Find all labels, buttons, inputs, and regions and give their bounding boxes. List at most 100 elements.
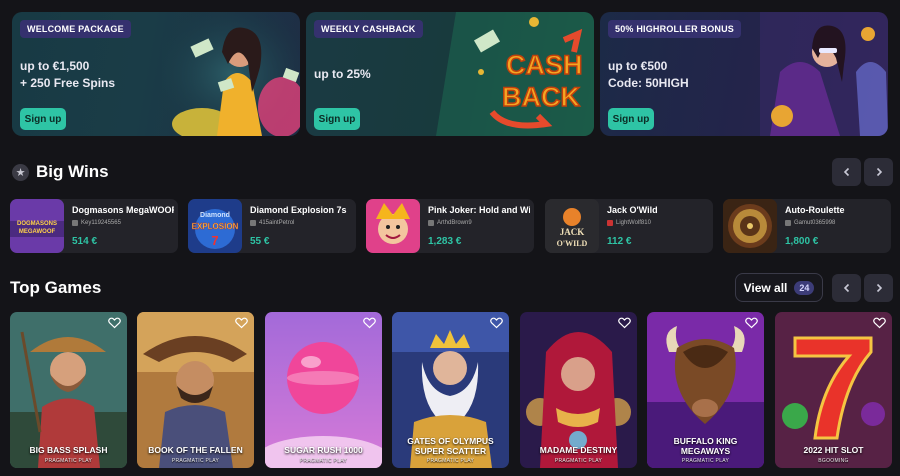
promo-welcome-package[interactable]: WELCOME PACKAGE up to €1,500 + 250 Free … xyxy=(12,12,300,136)
win-username: ArthdBrown9 xyxy=(437,220,472,226)
heart-icon[interactable] xyxy=(618,317,631,329)
heart-icon[interactable] xyxy=(235,317,248,329)
game-name: BIG BASS SPLASH xyxy=(29,445,108,455)
game-card[interactable]: GATES OF OLYMPUS SUPER SCATTER PRAGMATIC… xyxy=(392,312,509,468)
win-amount: 1,283 € xyxy=(428,236,462,247)
game-name: GATES OF OLYMPUS SUPER SCATTER xyxy=(407,436,494,456)
win-user: ArthdBrown9 xyxy=(428,220,472,226)
game-thumbnail: JACK O'WILD xyxy=(545,199,599,253)
chevron-right-icon xyxy=(876,283,882,293)
user-icon xyxy=(72,220,78,226)
win-game-name: Auto-Roulette xyxy=(785,205,845,215)
game-card[interactable]: BIG BASS SPLASH PRAGMATIC PLAY xyxy=(10,312,127,468)
game-card[interactable]: MADAME DESTINY PRAGMATIC PLAY xyxy=(520,312,637,468)
big-wins-next-button[interactable] xyxy=(864,158,893,186)
big-win-item[interactable]: DOGMASONS MEGAWOOF Dogmasons MegaWOOF Ke… xyxy=(10,199,178,253)
svg-text:EXPLOSION: EXPLOSION xyxy=(192,222,239,231)
game-name: BUFFALO KING MEGAWAYS xyxy=(673,436,738,456)
game-card[interactable]: BUFFALO KING MEGAWAYS PRAGMATIC PLAY xyxy=(647,312,764,468)
win-game-name: Diamond Explosion 7s xyxy=(250,205,347,215)
win-game-name: Dogmasons MegaWOOF xyxy=(72,205,174,215)
promo-banners: WELCOME PACKAGE up to €1,500 + 250 Free … xyxy=(12,12,888,136)
game-provider: PRAGMATIC PLAY xyxy=(426,458,475,464)
game-name: 2022 HIT SLOT xyxy=(803,445,864,455)
svg-text:DOGMASONS: DOGMASONS xyxy=(17,221,57,227)
top-games-prev-button[interactable] xyxy=(832,274,861,302)
heart-icon[interactable] xyxy=(745,317,758,329)
game-thumbnail xyxy=(723,199,777,253)
promo-weekly-cashback[interactable]: CASH BACK WEEKLY CASHBACK up to 25% Sign… xyxy=(306,12,594,136)
user-icon xyxy=(428,220,434,226)
signup-button[interactable]: Sign up xyxy=(20,108,66,130)
user-icon xyxy=(607,220,613,226)
svg-text:CASH: CASH xyxy=(506,50,583,80)
games-count-badge: 24 xyxy=(794,280,815,295)
big-win-item[interactable]: JACK O'WILD Jack O'Wild LightWolf810 112… xyxy=(545,199,713,253)
svg-text:MEGAWOOF: MEGAWOOF xyxy=(19,229,56,235)
promo-tag: 50% HIGHROLLER BONUS xyxy=(608,20,742,38)
win-username: Gamut0365998 xyxy=(794,220,836,226)
signup-button[interactable]: Sign up xyxy=(608,108,654,130)
game-name: MADAME DESTINY xyxy=(539,445,618,455)
win-amount: 112 € xyxy=(607,236,632,247)
promo-subline: + 250 Free Spins xyxy=(20,76,116,90)
win-user: Gamut0365998 xyxy=(785,220,835,226)
promo-amount: up to 25% xyxy=(314,67,371,81)
signup-button[interactable]: Sign up xyxy=(314,108,360,130)
big-wins-title-text: Big Wins xyxy=(36,162,109,181)
win-game-name: Jack O'Wild xyxy=(607,205,658,215)
chevron-left-icon xyxy=(843,283,849,293)
promo-amount: up to €1,500 xyxy=(20,59,90,73)
win-user: 415aintPetrol xyxy=(250,220,294,226)
big-win-item[interactable]: Diamond EXPLOSION 7 Diamond Explosion 7s… xyxy=(188,199,356,253)
win-game-name: Pink Joker: Hold and Win xyxy=(428,205,530,215)
promo-headline: up to €1,500 + 250 Free Spins xyxy=(20,58,115,92)
promo-headline: up to 25% xyxy=(314,66,371,83)
game-provider: PRAGMATIC PLAY xyxy=(171,458,220,464)
game-card[interactable]: BOOK OF THE FALLEN PRAGMATIC PLAY xyxy=(137,312,254,468)
heart-icon[interactable] xyxy=(490,317,503,329)
svg-text:JACK: JACK xyxy=(560,227,585,237)
top-games-title: Top Games xyxy=(10,278,101,298)
promo-headline: up to €500 Code: 50HIGH xyxy=(608,58,689,92)
game-thumbnail: Diamond EXPLOSION 7 xyxy=(188,199,242,253)
promo-amount: up to €500 xyxy=(608,59,668,73)
win-username: 415aintPetrol xyxy=(259,220,295,226)
game-provider: PRAGMATIC PLAY xyxy=(299,458,348,464)
win-user: LightWolf810 xyxy=(607,220,651,226)
view-all-label: View all xyxy=(743,280,788,295)
win-amount: 514 € xyxy=(72,236,98,247)
top-games-title-text: Top Games xyxy=(10,278,102,297)
svg-text:Diamond: Diamond xyxy=(200,212,230,219)
heart-icon[interactable] xyxy=(363,317,376,329)
svg-text:O'WILD: O'WILD xyxy=(557,239,588,248)
top-games-next-button[interactable] xyxy=(864,274,893,302)
win-amount: 1,800 € xyxy=(785,236,819,247)
game-provider: PRAGMATIC PLAY xyxy=(554,458,603,464)
heart-icon[interactable] xyxy=(108,317,121,329)
promo-code: Code: 50HIGH xyxy=(608,76,689,90)
game-thumbnail: DOGMASONS MEGAWOOF xyxy=(10,199,64,253)
win-user: Key119245565 xyxy=(72,220,121,226)
promo-highroller-bonus[interactable]: 50% HIGHROLLER BONUS up to €500 Code: 50… xyxy=(600,12,888,136)
view-all-button[interactable]: View all 24 xyxy=(735,273,823,302)
star-icon: ★ xyxy=(12,163,29,181)
game-provider: BGOOMING xyxy=(818,458,849,464)
game-name: BOOK OF THE FALLEN xyxy=(148,445,243,455)
game-thumbnail xyxy=(366,199,420,253)
game-card[interactable]: 2022 HIT SLOT BGOOMING xyxy=(775,312,892,468)
chevron-right-icon xyxy=(876,167,882,177)
game-card[interactable]: SUGAR RUSH 1000 PRAGMATIC PLAY xyxy=(265,312,382,468)
promo-tag: WEEKLY CASHBACK xyxy=(314,20,423,38)
svg-text:BACK: BACK xyxy=(502,82,580,112)
svg-text:7: 7 xyxy=(211,233,218,248)
big-wins-prev-button[interactable] xyxy=(832,158,861,186)
heart-icon[interactable] xyxy=(873,317,886,329)
win-amount: 55 € xyxy=(250,236,270,247)
win-username: Key119245565 xyxy=(81,220,121,226)
user-icon xyxy=(785,220,791,226)
big-win-item[interactable]: Pink Joker: Hold and Win ArthdBrown9 1,2… xyxy=(366,199,534,253)
chevron-left-icon xyxy=(843,167,849,177)
big-win-item[interactable]: Auto-Roulette Gamut0365998 1,800 € xyxy=(723,199,891,253)
promo-tag: WELCOME PACKAGE xyxy=(20,20,131,38)
